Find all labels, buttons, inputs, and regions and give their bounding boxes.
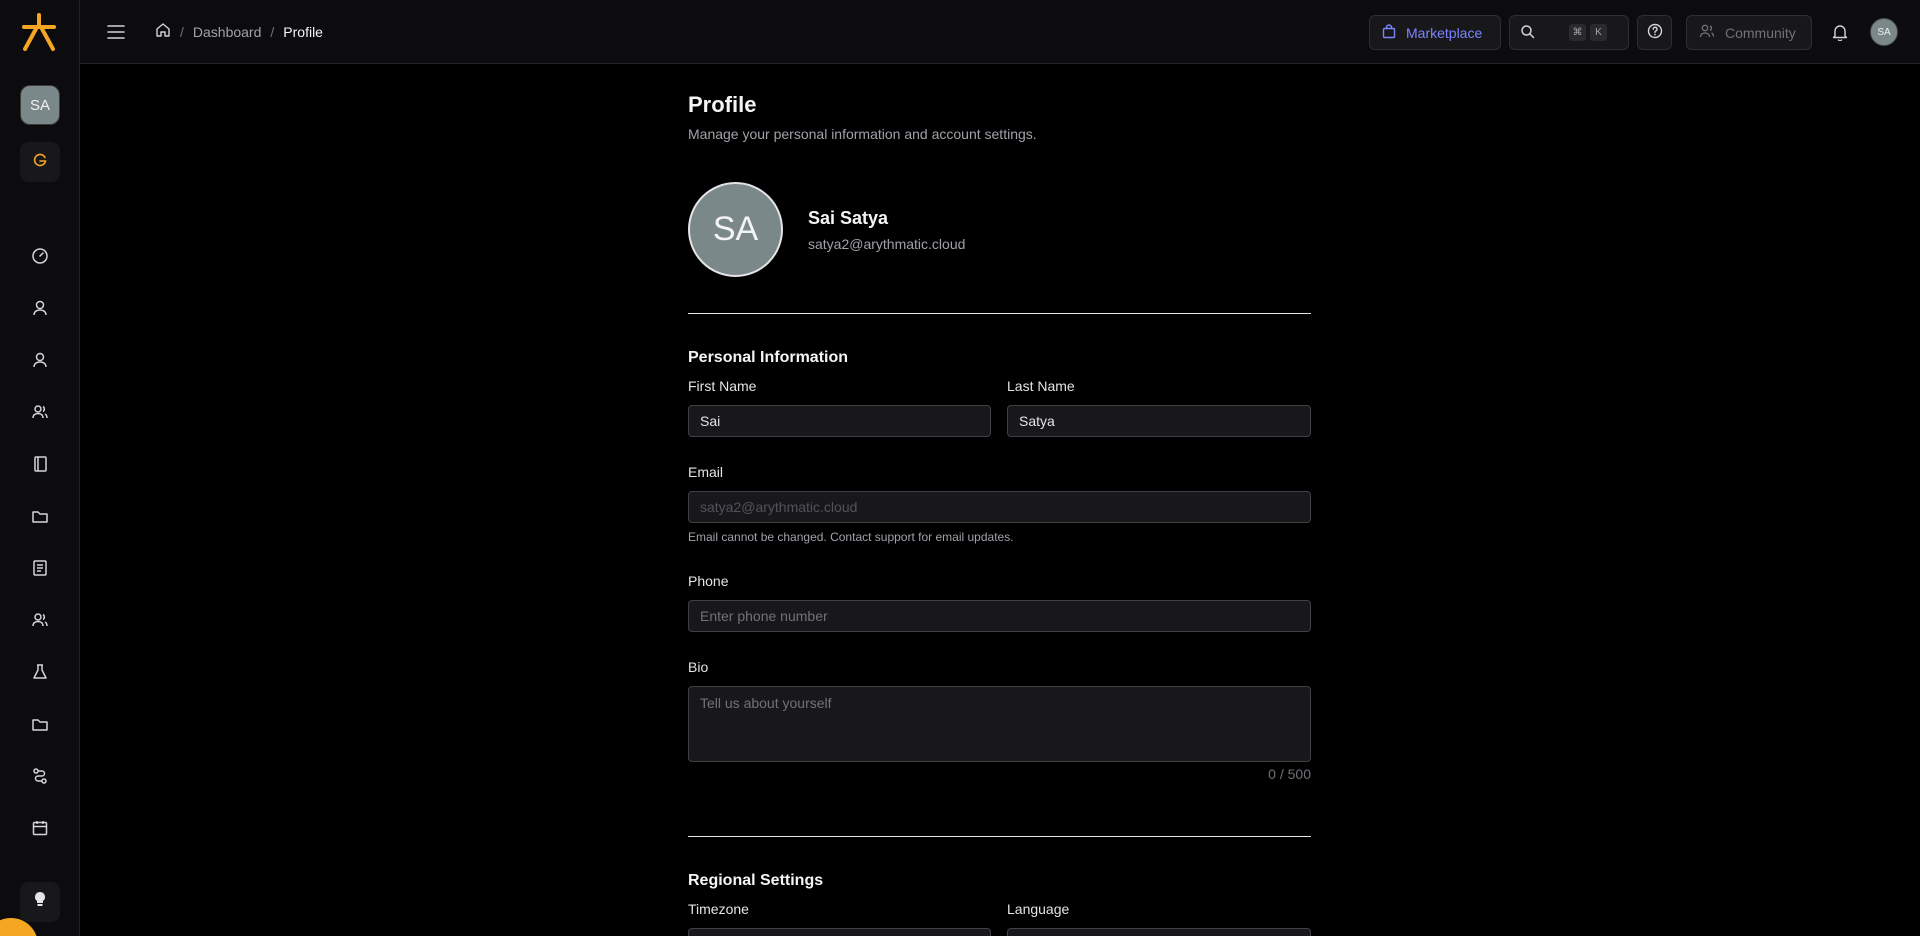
bio-label: Bio (688, 659, 709, 675)
book-icon[interactable] (28, 452, 52, 476)
dashboard-icon[interactable] (28, 244, 52, 268)
help-button[interactable] (1637, 15, 1672, 50)
google-icon (32, 152, 48, 173)
profile-avatar[interactable]: SA (688, 182, 783, 277)
notifications-button[interactable] (1828, 20, 1852, 44)
bell-icon (1832, 25, 1848, 41)
org-switch-button[interactable] (20, 142, 60, 182)
email-hint: Email cannot be changed. Contact support… (688, 530, 1014, 544)
user-icon[interactable] (28, 348, 52, 372)
email-field[interactable]: satya2@arythmatic.cloud (688, 491, 1311, 523)
top-header: / Dashboard / Profile Marketplace ⌘ K Co… (80, 0, 1920, 64)
phone-label: Phone (688, 573, 729, 589)
kbd-cmd: ⌘ (1569, 24, 1586, 41)
language-select[interactable] (1007, 928, 1311, 936)
users-icon[interactable] (28, 400, 52, 424)
search-icon (1520, 24, 1535, 42)
breadcrumb-separator: / (270, 23, 275, 40)
last-name-field[interactable]: Satya (1007, 405, 1311, 437)
breadcrumb-separator: / (180, 23, 184, 40)
hamburger-icon (107, 25, 125, 39)
tips-button[interactable] (20, 882, 60, 922)
search-shortcut: ⌘ K (1569, 24, 1611, 41)
workspace-avatar[interactable]: SA (20, 85, 60, 125)
folder-icon[interactable] (28, 504, 52, 528)
route-icon[interactable] (28, 764, 52, 788)
page-title: Profile (688, 92, 757, 117)
shopping-bag-icon (1382, 23, 1396, 42)
first-name-label: First Name (688, 378, 757, 394)
phone-field[interactable]: Enter phone number (688, 600, 1311, 632)
user-avatar-button[interactable]: SA (1870, 18, 1898, 46)
page-subtitle: Manage your personal information and acc… (688, 126, 1037, 142)
profile-email: satya2@arythmatic.cloud (808, 236, 966, 252)
community-button[interactable]: Community (1686, 15, 1812, 50)
flask-icon[interactable] (28, 660, 52, 684)
bio-textarea[interactable]: Tell us about yourself (688, 686, 1311, 762)
community-label: Community (1725, 24, 1796, 41)
timezone-label: Timezone (688, 901, 749, 917)
section-divider (688, 836, 1311, 837)
help-circle-icon (1647, 23, 1663, 42)
folder-icon[interactable] (28, 712, 52, 736)
breadcrumb-profile: Profile (283, 23, 323, 40)
last-name-label: Last Name (1007, 378, 1075, 394)
calendar-icon[interactable] (28, 816, 52, 840)
app-logo-icon[interactable] (20, 12, 58, 52)
marketplace-label: Marketplace (1406, 24, 1483, 41)
section-divider (688, 313, 1311, 314)
user-icon[interactable] (28, 296, 52, 320)
timezone-select[interactable] (688, 928, 991, 936)
first-name-field[interactable]: Sai (688, 405, 991, 437)
personal-info-title: Personal Information (688, 349, 849, 366)
profile-name: Sai Satya (808, 208, 889, 228)
menu-toggle-button[interactable] (104, 20, 128, 44)
email-label: Email (688, 464, 724, 480)
users-icon[interactable] (28, 608, 52, 632)
marketplace-button[interactable]: Marketplace (1369, 15, 1501, 50)
community-icon (1699, 23, 1715, 42)
regional-settings-title: Regional Settings (688, 872, 824, 889)
home-icon[interactable] (155, 22, 171, 41)
language-label: Language (1007, 901, 1070, 917)
bio-counter: 0 / 500 (1268, 766, 1311, 782)
breadcrumb-dashboard[interactable]: Dashboard (193, 24, 262, 40)
kbd-k: K (1590, 24, 1607, 41)
lightbulb-icon (32, 891, 48, 914)
report-icon[interactable] (28, 556, 52, 580)
breadcrumb: / Dashboard / Profile (155, 22, 323, 41)
sidebar: SA (0, 0, 80, 936)
search-button[interactable]: ⌘ K (1509, 15, 1629, 50)
